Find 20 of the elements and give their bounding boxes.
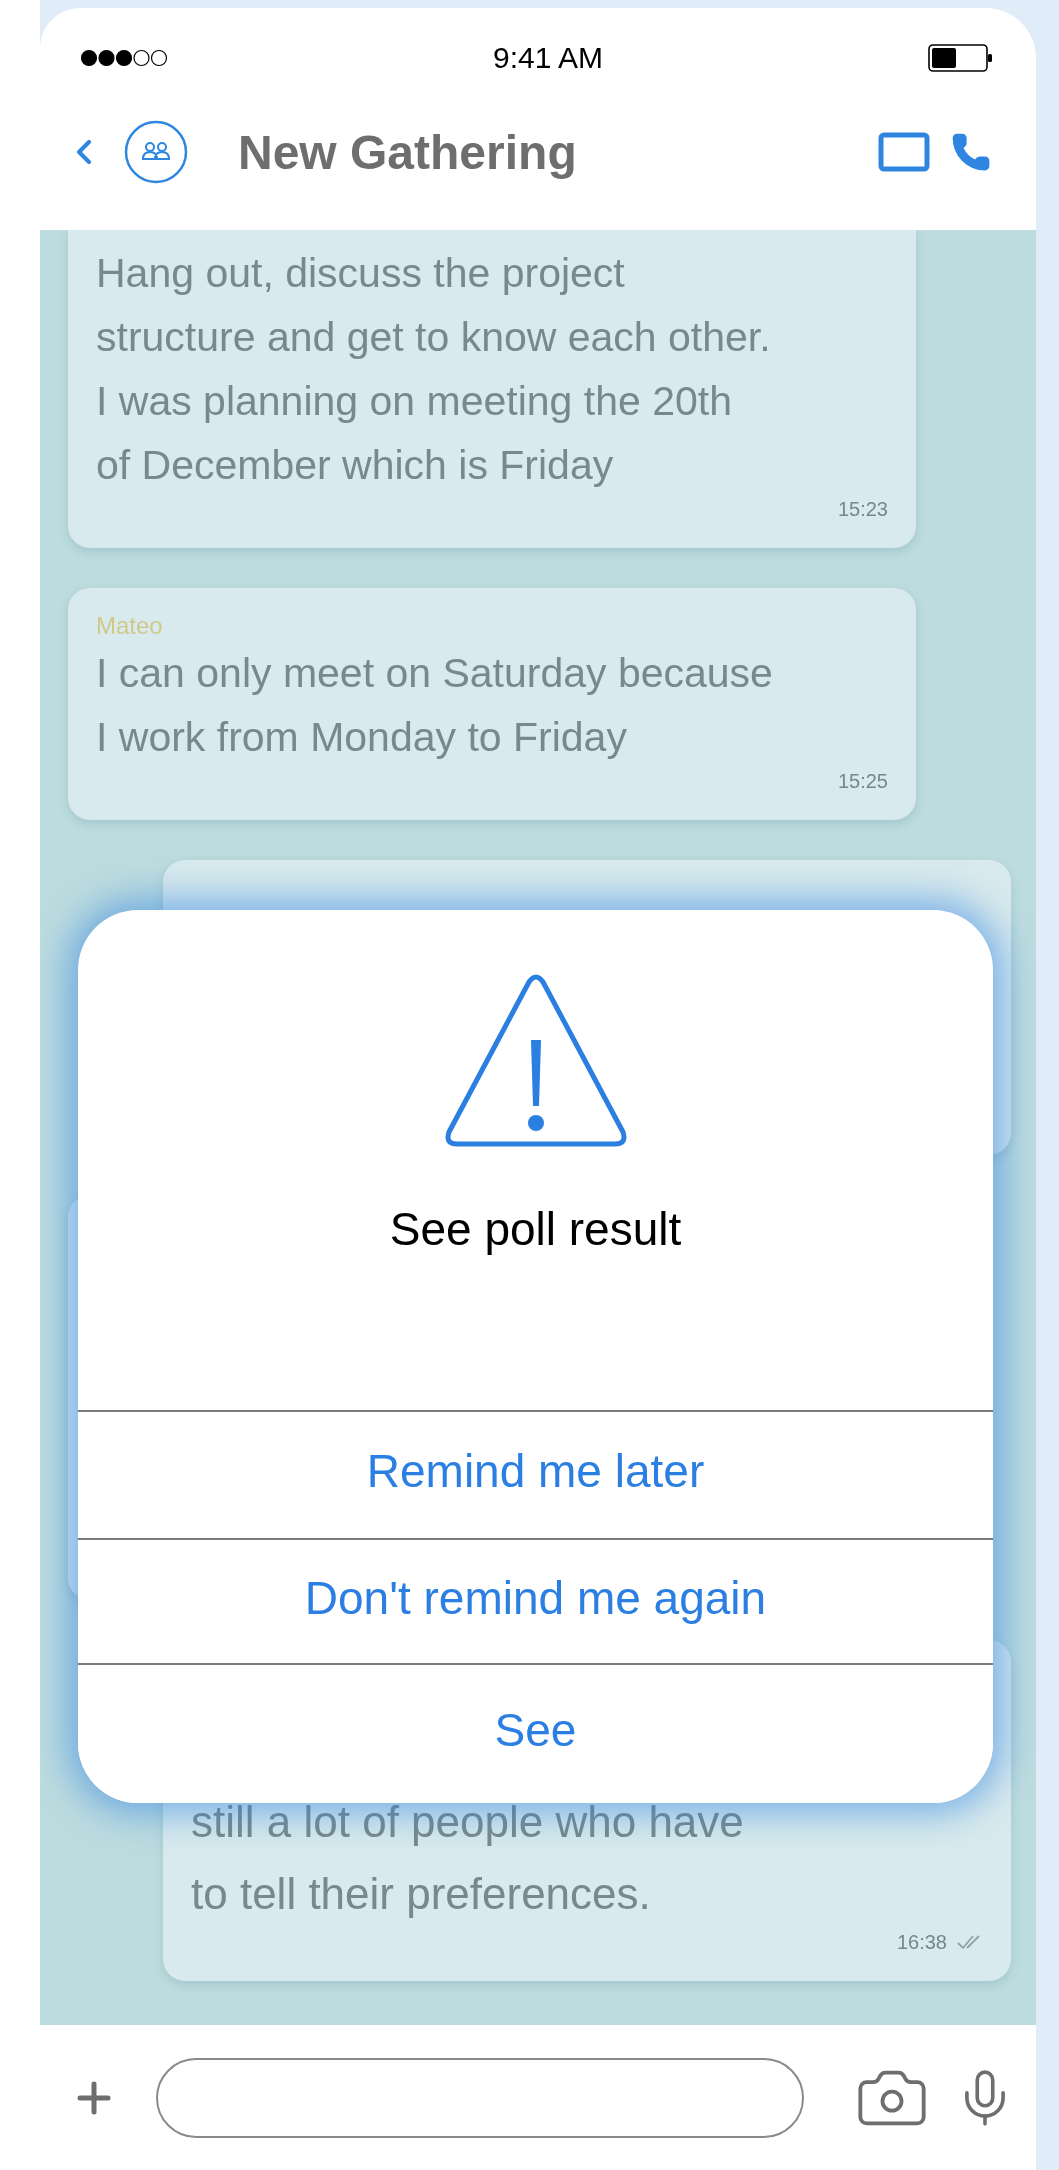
- dialog-title: See poll result: [389, 1202, 682, 1256]
- message-time: 16:38: [896, 1930, 947, 1954]
- screen-icon: [878, 132, 930, 172]
- dialog-action[interactable]: Remind me later: [78, 1410, 993, 1538]
- signal-icon: [80, 49, 168, 67]
- message-text: I can only meet on Saturday because I work from Monday to Friday: [96, 649, 774, 762]
- status-time: 9:41 AM: [492, 41, 604, 75]
- phone-icon: [950, 131, 992, 173]
- video-call-button[interactable]: [878, 132, 930, 172]
- dialog-action[interactable]: See: [78, 1663, 993, 1803]
- phone-call-button[interactable]: [950, 131, 992, 173]
- message-time: 15:25: [837, 769, 888, 793]
- read-ticks-icon: [957, 1934, 983, 1950]
- message-text: Hang out, discuss the project structure and get to know each other. I was planning on meeting the 20th of December which is Friday: [96, 249, 772, 490]
- chat-title: New Gathering: [238, 124, 578, 180]
- dialog-action[interactable]: Don't remind me again: [78, 1538, 993, 1663]
- battery-icon: [928, 44, 994, 72]
- sender-name: Mateo: [96, 611, 164, 641]
- message-time: 15:23: [837, 497, 888, 521]
- group-avatar-icon[interactable]: [124, 120, 188, 184]
